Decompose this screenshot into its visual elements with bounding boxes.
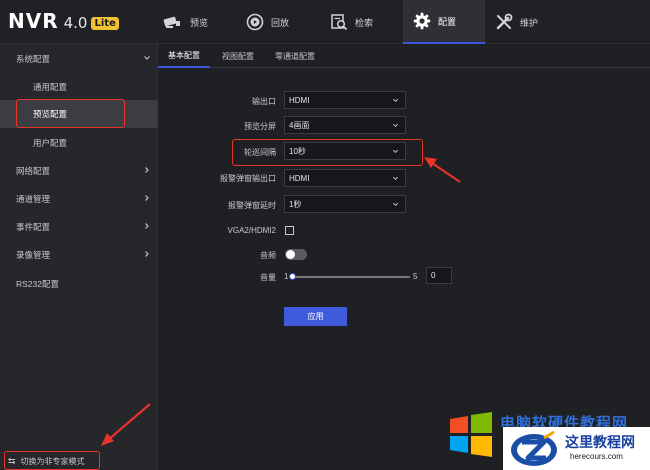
sidebar-item-event-config[interactable]: 事件配置 xyxy=(0,213,158,241)
chevron-down-icon xyxy=(144,56,150,60)
alarm-output-label: 报警弹窗输出口 xyxy=(220,174,276,183)
sidebar-item-label: 录像管理 xyxy=(16,250,51,260)
alarm-output-select[interactable]: HDMI xyxy=(284,169,406,187)
audio-label: 音频 xyxy=(260,251,276,260)
split-select[interactable]: 4画面 xyxy=(284,116,406,134)
split-value: 4画面 xyxy=(289,120,310,130)
brand-logo: NVR 4.0 Lite xyxy=(8,9,119,33)
chevron-right-icon xyxy=(145,167,149,173)
output-select[interactable]: HDMI xyxy=(284,91,406,109)
tab-zero-channel-config[interactable]: 零通道配置 xyxy=(266,44,324,68)
output-label: 输出口 xyxy=(252,97,276,106)
highlight-interval xyxy=(232,139,423,166)
search-icon xyxy=(331,14,348,31)
subtab-bar: 基本配置 视图配置 零通道配置 xyxy=(158,44,650,68)
sidebar-item-rs232-config[interactable]: RS232配置 xyxy=(0,270,158,298)
sidebar-item-user-config[interactable]: 用户配置 xyxy=(0,129,158,157)
sidebar-item-recording-management[interactable]: 录像管理 xyxy=(0,241,158,269)
highlight-mode-switch xyxy=(4,451,100,470)
vga-label: VGA2/HDMI2 xyxy=(227,226,276,235)
tab-search[interactable]: 检索 xyxy=(330,0,400,44)
brand-badge: Lite xyxy=(91,17,119,30)
tab-view-config[interactable]: 视图配置 xyxy=(214,44,262,68)
alarm-output-value: HDMI xyxy=(289,173,310,183)
watermark-logo-icon xyxy=(511,430,557,466)
chevron-down-icon xyxy=(392,202,399,207)
chevron-right-icon xyxy=(145,223,149,229)
tab-playback[interactable]: 回放 xyxy=(246,0,316,44)
sidebar-item-label: 网络配置 xyxy=(16,166,51,176)
alarm-delay-value: 1秒 xyxy=(289,199,302,209)
highlight-preview-config xyxy=(16,99,125,128)
sidebar-item-label: 通道管理 xyxy=(16,194,51,204)
volume-max-label: 5 xyxy=(413,272,418,281)
tab-preview[interactable]: 预览 xyxy=(163,0,233,44)
chevron-down-icon xyxy=(392,176,399,181)
split-label: 预览分屏 xyxy=(244,122,276,131)
app-window: NVR 4.0 Lite 预览 回放 检索 配置 维护 系统配置 通用配置 预览… xyxy=(0,0,650,470)
brand-name: NVR xyxy=(8,9,59,33)
chevron-down-icon xyxy=(392,98,399,103)
sidebar-item-general-config[interactable]: 通用配置 xyxy=(0,73,158,101)
sidebar-item-label: 用户配置 xyxy=(33,138,68,148)
tab-maintenance[interactable]: 维护 xyxy=(495,0,565,44)
sidebar-item-network-config[interactable]: 网络配置 xyxy=(0,157,158,185)
tools-icon xyxy=(496,13,513,30)
gear-icon xyxy=(413,12,431,30)
vga-checkbox[interactable] xyxy=(285,226,294,235)
sidebar-item-system-config[interactable]: 系统配置 xyxy=(0,45,158,73)
tab-label: 回放 xyxy=(271,17,290,28)
tab-label: 配置 xyxy=(438,16,457,27)
output-value: HDMI xyxy=(289,95,310,105)
volume-label: 音量 xyxy=(260,273,276,282)
tab-label: 预览 xyxy=(190,17,209,28)
windows-logo-icon xyxy=(450,412,492,457)
audio-toggle[interactable] xyxy=(285,249,307,260)
tab-config[interactable]: 配置 xyxy=(403,0,485,44)
watermark-url: herecours.com xyxy=(570,452,623,461)
volume-slider-thumb[interactable] xyxy=(289,273,296,280)
top-nav-bar: NVR 4.0 Lite 预览 回放 检索 配置 维护 xyxy=(0,0,650,44)
sidebar-item-label: RS232配置 xyxy=(16,279,59,289)
volume-value: 0 xyxy=(431,271,436,280)
volume-min-label: 1 xyxy=(284,272,289,281)
main-content: 基本配置 视图配置 零通道配置 输出口 HDMI 预览分屏 4画面 轮巡间隔 1… xyxy=(158,44,650,470)
apply-button[interactable]: 应用 xyxy=(284,307,347,326)
chevron-down-icon xyxy=(392,123,399,128)
chevron-right-icon xyxy=(145,195,149,201)
chevron-right-icon xyxy=(145,251,149,257)
volume-slider-track[interactable] xyxy=(292,276,410,278)
playback-icon xyxy=(246,13,264,31)
toggle-knob xyxy=(286,250,295,259)
sidebar-item-channel-management[interactable]: 通道管理 xyxy=(0,185,158,213)
brand-version: 4.0 xyxy=(63,14,88,32)
camera-icon xyxy=(163,16,180,28)
volume-input[interactable]: 0 xyxy=(426,267,452,284)
tab-basic-config[interactable]: 基本配置 xyxy=(158,44,210,68)
tab-label: 检索 xyxy=(355,17,374,28)
alarm-delay-select[interactable]: 1秒 xyxy=(284,195,406,213)
tab-label: 维护 xyxy=(520,17,539,28)
sidebar-item-label: 通用配置 xyxy=(33,82,68,92)
sidebar-item-label: 事件配置 xyxy=(16,222,51,232)
watermark-title: 这里教程网 xyxy=(565,435,635,451)
sidebar-item-label: 系统配置 xyxy=(16,54,51,64)
alarm-delay-label: 报警弹窗延时 xyxy=(228,201,276,210)
